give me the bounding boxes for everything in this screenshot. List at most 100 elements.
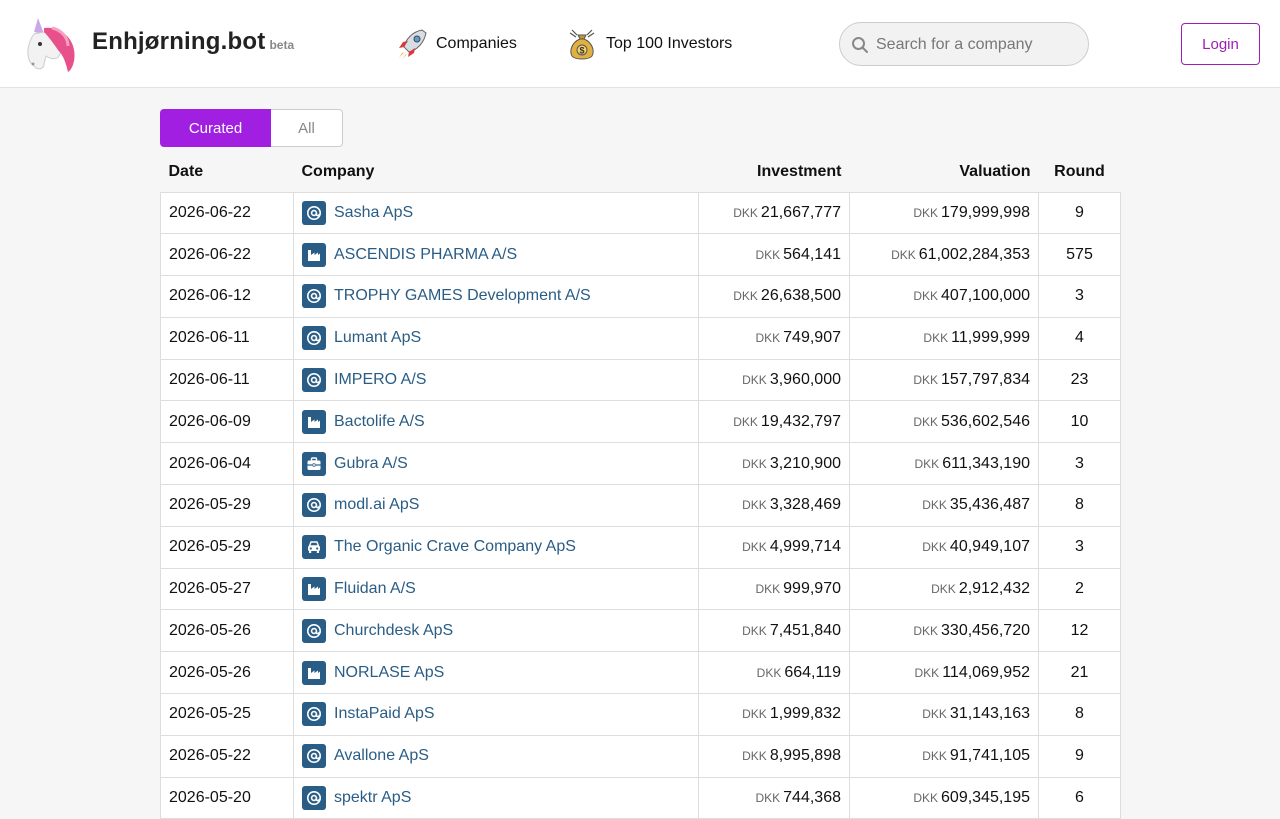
all-toggle-button[interactable]: All [271,109,343,147]
investment-cell: DKK 664,119 [698,651,850,695]
table-row[interactable]: 2026-06-09 Bactolife A/S DKK 19,432,797 DKK 5… [160,400,1121,444]
at-icon[interactable] [302,326,326,351]
table-row[interactable]: 2026-05-27 Fluidan A/S DKK 999,970 DKK 2,912,… [160,567,1121,611]
investment-value: 564,141 [783,245,841,263]
currency-label: DKK [931,582,956,597]
header-investment[interactable]: Investment [699,152,850,192]
currency-label: DKK [742,498,767,513]
table-row[interactable]: 2026-06-22 Sasha ApS DKK 21,667,777 DKK 179,9… [160,191,1121,235]
table-row[interactable]: 2026-06-11 Lumant ApS DKK 749,907 DKK 11,999,… [160,316,1121,360]
factory-icon[interactable] [302,242,326,267]
at-icon[interactable] [302,493,326,518]
curated-toggle-button[interactable]: Curated [160,109,271,147]
company-link[interactable]: TROPHY GAMES Development A/S [334,287,591,305]
round-cell: 3 [1038,525,1121,569]
factory-icon[interactable] [302,409,326,434]
login-button[interactable]: Login [1181,23,1260,65]
car-icon[interactable] [302,535,326,560]
company-link[interactable]: ASCENDIS PHARMA A/S [334,246,517,264]
header-company[interactable]: Company [294,152,699,192]
table-row[interactable]: 2026-05-22 Avallone ApS DKK 8,995,898 DKK 91,… [160,734,1121,778]
valuation-value: 330,456,720 [941,621,1030,639]
valuation-cell: DKK 179,999,998 [849,191,1039,235]
company-link[interactable]: Bactolife A/S [334,413,425,431]
company-link[interactable]: modl.ai ApS [334,496,419,514]
at-icon[interactable] [302,284,326,309]
company-link[interactable]: NORLASE ApS [334,664,444,682]
table-row[interactable]: 2026-05-25 InstaPaid ApS DKK 1,999,832 DKK 31… [160,693,1121,736]
briefcase-icon[interactable] [302,451,326,476]
currency-label: DKK [742,623,767,638]
table-row[interactable]: 2026-05-26 NORLASE ApS DKK 664,119 DKK 114,06… [160,651,1121,695]
unicorn-icon[interactable] [24,16,78,72]
company-link[interactable]: Churchdesk ApS [334,622,453,640]
valuation-value: 157,797,834 [941,371,1030,389]
table-header-row: Date Company Investment Valuation Round [161,152,1121,192]
valuation-cell: DKK 407,100,000 [849,275,1039,318]
table-row[interactable]: 2026-06-11 IMPERO A/S DKK 3,960,000 DKK 157,7… [160,358,1121,402]
valuation-value: 114,069,952 [942,663,1030,681]
header-valuation[interactable]: Valuation [850,152,1039,192]
round-cell: 9 [1038,191,1121,235]
valuation-cell: DKK 2,912,432 [849,567,1039,611]
date-cell: 2026-06-11 [160,358,294,402]
table-row[interactable]: 2026-05-29 modl.ai ApS DKK 3,328,469 DKK 35,4… [160,484,1121,527]
company-link[interactable]: spektr ApS [334,789,411,807]
at-icon[interactable] [302,618,326,643]
round-cell: 6 [1038,776,1121,819]
investment-value: 4,999,714 [769,538,841,556]
table-row[interactable]: 2026-06-04 Gubra A/S DKK 3,210,900 DKK 611,34… [160,442,1121,486]
header-date[interactable]: Date [161,152,294,192]
search-input[interactable] [874,23,1083,67]
company-cell: Churchdesk ApS [293,609,699,653]
svg-text:$: $ [579,46,584,56]
table-row[interactable]: 2026-06-22 ASCENDIS PHARMA A/S DKK 564,141 D… [160,233,1121,277]
company-link[interactable]: Avallone ApS [334,747,429,765]
company-cell: IMPERO A/S [293,358,699,402]
money-bag-icon: $ [569,29,595,60]
round-cell: 575 [1038,233,1121,277]
valuation-cell: DKK 536,602,546 [849,400,1039,444]
valuation-value: 536,602,546 [941,412,1030,430]
at-icon[interactable] [302,744,326,769]
at-icon[interactable] [302,368,326,393]
company-cell: The Organic Crave Company ApS [293,525,699,569]
currency-label: DKK [914,456,940,471]
nav-companies[interactable]: Companies [396,26,517,62]
valuation-value: 407,100,000 [941,287,1030,305]
investment-cell: DKK 1,999,832 [698,693,850,736]
company-link[interactable]: Lumant ApS [334,329,421,347]
factory-icon[interactable] [302,577,326,602]
date-cell: 2026-06-22 [160,191,294,235]
currency-label: DKK [755,582,781,597]
at-icon[interactable] [302,786,326,811]
brand-name[interactable]: Enhjørning.bot [92,28,265,55]
brand[interactable]: Enhjørning.bot beta [92,28,294,56]
investment-cell: DKK 3,960,000 [698,358,850,402]
search-box[interactable] [839,22,1089,67]
at-icon[interactable] [302,200,326,225]
at-icon[interactable] [302,702,326,727]
company-link[interactable]: Gubra A/S [334,455,408,473]
currency-label: DKK [733,205,758,220]
company-link[interactable]: InstaPaid ApS [334,705,435,723]
currency-label: DKK [742,373,767,388]
table-row[interactable]: 2026-05-26 Churchdesk ApS DKK 7,451,840 DKK 3… [160,609,1121,653]
nav-top-investors[interactable]: $ Top 100 Investors [566,26,732,62]
company-link[interactable]: IMPERO A/S [334,371,426,389]
round-cell: 3 [1038,442,1121,486]
company-cell: Lumant ApS [293,316,699,360]
currency-label: DKK [891,247,916,262]
table-row[interactable]: 2026-05-29 The Organic Crave Company ApS D… [160,525,1121,569]
company-link[interactable]: Sasha ApS [334,204,413,222]
header-round[interactable]: Round [1039,152,1121,192]
company-cell: modl.ai ApS [293,484,699,527]
company-link[interactable]: Fluidan A/S [334,580,416,598]
nav-companies-label[interactable]: Companies [436,35,517,53]
investment-value: 3,328,469 [769,496,841,514]
table-row[interactable]: 2026-05-20 spektr ApS DKK 744,368 DKK 609,345… [160,776,1121,819]
factory-icon[interactable] [302,660,326,685]
table-row[interactable]: 2026-06-12 TROPHY GAMES Development A/S DK… [160,275,1121,318]
company-link[interactable]: The Organic Crave Company ApS [334,538,576,556]
nav-top-investors-label[interactable]: Top 100 Investors [606,35,732,53]
